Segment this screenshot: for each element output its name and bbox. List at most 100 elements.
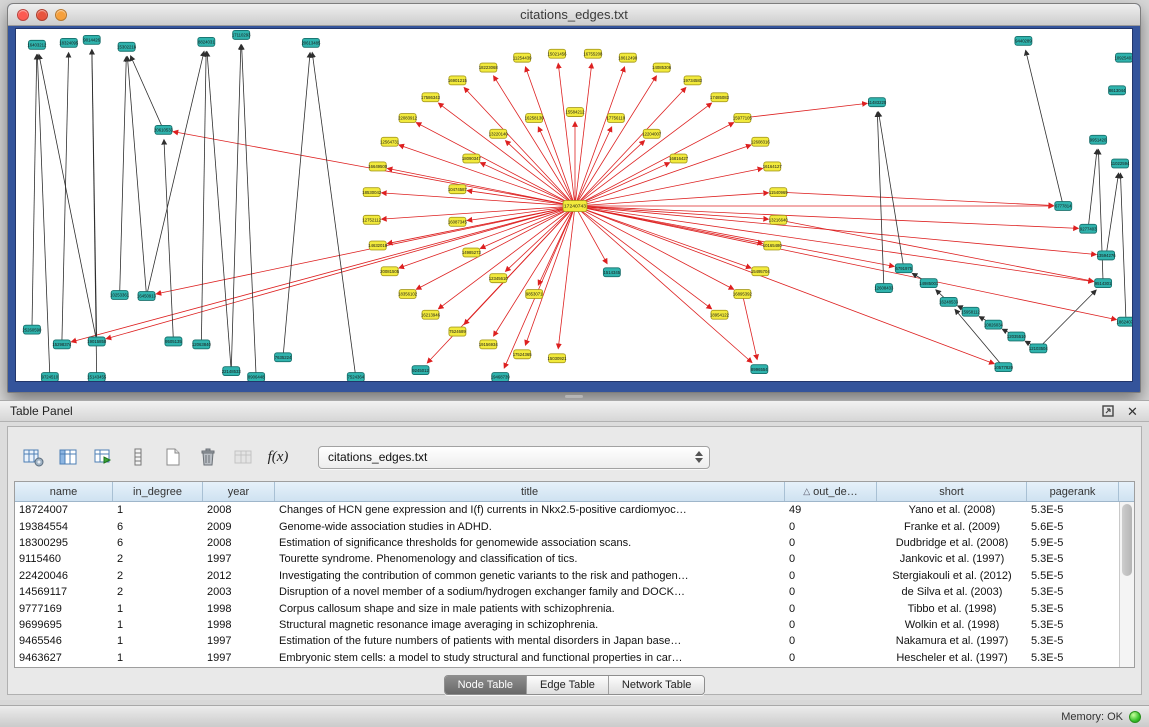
graph-edge[interactable] (1038, 290, 1096, 348)
graph-node[interactable]: 16450913 (137, 292, 157, 301)
graph-edge[interactable] (283, 53, 310, 358)
graph-node[interactable]: 17524365 (513, 350, 533, 359)
graph-node[interactable]: 12345610 (489, 274, 509, 283)
graph-node[interactable]: 9951420 (1090, 135, 1107, 144)
graph-node[interactable]: 15302218 (117, 42, 137, 51)
graph-edge[interactable] (742, 103, 867, 118)
tab-network-table[interactable]: Network Table (608, 676, 705, 694)
column-header-pagerank[interactable]: pagerank (1027, 482, 1119, 501)
graph-node[interactable]: 15958112 (961, 307, 980, 316)
graph-node[interactable]: 25260590 (22, 325, 42, 334)
graph-node[interactable]: 18530042 (362, 188, 382, 197)
graph-node[interactable]: 8613044 (1109, 86, 1126, 95)
graph-edge[interactable] (575, 206, 752, 363)
table-row[interactable]: 969969511998Structural magnetic resonanc… (15, 617, 1119, 633)
graph-node[interactable]: 9440289 (1015, 36, 1032, 45)
column-header-in_degree[interactable]: in_degree (113, 482, 203, 501)
graph-edge[interactable] (575, 163, 670, 206)
graph-node[interactable]: 15021456 (548, 49, 568, 58)
graph-node[interactable]: 16213946 (421, 310, 441, 319)
graph-node[interactable]: 10826034 (984, 320, 1004, 329)
column-header-title[interactable]: title (275, 482, 785, 501)
close-button[interactable] (17, 9, 29, 21)
table-scrollbar[interactable] (1119, 502, 1134, 667)
graph-node[interactable]: 15143455 (87, 373, 107, 381)
graph-node[interactable]: 9514301 (1095, 279, 1112, 288)
graph-edge[interactable] (575, 206, 712, 309)
graph-node[interactable]: 13220140 (489, 129, 509, 138)
graph-node[interactable]: 9277403 (1080, 224, 1097, 233)
table-row[interactable]: 946362711997Embryonic stem cells: a mode… (15, 650, 1119, 666)
graph-edge[interactable] (127, 57, 146, 296)
graph-edge[interactable] (131, 56, 164, 130)
graph-node[interactable]: 14985001 (919, 279, 939, 288)
graph-node[interactable]: 6777814 (1055, 202, 1072, 211)
table-row[interactable]: 977716911998Corpus callosum shape and si… (15, 600, 1119, 616)
graph-node[interactable]: 16403212 (27, 40, 47, 49)
graph-node[interactable]: 11022594 (1111, 159, 1130, 168)
graph-edge[interactable] (575, 64, 592, 206)
graph-node[interactable]: 12035510 (1007, 332, 1027, 341)
graph-edge[interactable] (575, 206, 1116, 320)
table-row[interactable]: 2242004622012Investigating the contribut… (15, 568, 1119, 584)
graph-edge[interactable] (575, 168, 763, 206)
graph-edge[interactable] (387, 168, 575, 206)
graph-node[interactable]: 20610533 (154, 125, 174, 134)
graph-node[interactable]: 18090347 (462, 154, 482, 163)
graph-edge[interactable] (742, 294, 757, 359)
graph-node[interactable]: 18223068 (479, 63, 499, 72)
graph-node[interactable]: 16895392 (733, 290, 753, 299)
graph-edge[interactable] (778, 220, 1093, 281)
close-panel-icon[interactable]: ✕ (1126, 405, 1139, 418)
graph-edge[interactable] (242, 45, 257, 377)
table-row[interactable]: 1872400712008Changes of HCN gene express… (15, 502, 1119, 518)
split-divider[interactable] (0, 393, 1149, 400)
graph-node[interactable]: 19156934 (479, 340, 499, 349)
graph-node[interactable]: 18324095 (59, 38, 79, 47)
graph-edge[interactable] (231, 45, 241, 371)
column-header-out_de[interactable]: △out_de… (785, 482, 877, 501)
graph-node[interactable]: 16649500 (368, 162, 388, 171)
graph-node[interactable]: 10474587 (448, 185, 468, 194)
graph-node[interactable]: 16816427 (669, 154, 689, 163)
graph-node[interactable]: 16164127 (763, 162, 783, 171)
row-options-button[interactable] (125, 444, 151, 470)
graph-edge[interactable] (1026, 50, 1064, 206)
graph-node[interactable]: 14985273 (462, 248, 482, 257)
table-row[interactable]: 1456911722003Disruption of a novel membe… (15, 584, 1119, 600)
graph-edge[interactable] (147, 51, 204, 296)
graph-edge[interactable] (164, 140, 173, 342)
graph-node[interactable]: 9505135 (165, 337, 182, 346)
network-canvas[interactable]: 1724074315030921175243651915693475246891… (15, 28, 1133, 382)
graph-node[interactable]: 9245012 (412, 366, 429, 375)
graph-node[interactable]: 18624075 (1117, 317, 1132, 326)
graph-node[interactable]: 9014426 (83, 35, 100, 44)
graph-node[interactable]: 14085306 (652, 63, 672, 72)
column-header-name[interactable]: name (15, 482, 113, 501)
graph-node[interactable]: 7635224 (275, 353, 292, 362)
graph-edge[interactable] (1106, 173, 1118, 255)
graph-node[interactable]: 10925403 (1115, 53, 1132, 62)
graph-node[interactable]: 12103504 (1029, 344, 1049, 353)
graph-node[interactable]: 8824031 (198, 37, 215, 46)
graph-edge[interactable] (1098, 150, 1103, 283)
graph-node[interactable]: 7524364 (347, 373, 364, 381)
table-mode-button[interactable] (20, 444, 46, 470)
graph-edge[interactable] (575, 127, 612, 206)
graph-node[interactable]: 17240743 (563, 201, 587, 212)
graph-node[interactable]: 15030921 (548, 354, 568, 363)
graph-node[interactable]: 9724510 (41, 373, 58, 381)
graph-edge[interactable] (558, 64, 575, 206)
graph-node[interactable]: 11254439 (513, 53, 532, 62)
graph-edge[interactable] (575, 145, 751, 206)
graph-node[interactable]: 17110293 (232, 30, 251, 39)
scrollbar-thumb[interactable] (1122, 504, 1132, 576)
column-header-short[interactable]: short (877, 482, 1027, 501)
delete-column-button[interactable] (195, 444, 221, 470)
graph-node[interactable]: 11540969 (769, 188, 788, 197)
tab-node-table[interactable]: Node Table (445, 676, 526, 694)
graph-node[interactable]: 12608316 (751, 137, 771, 146)
graph-node[interactable]: 16901215 (448, 76, 468, 85)
graph-node[interactable]: 14632018 (368, 241, 388, 250)
import-table-button[interactable] (90, 444, 116, 470)
